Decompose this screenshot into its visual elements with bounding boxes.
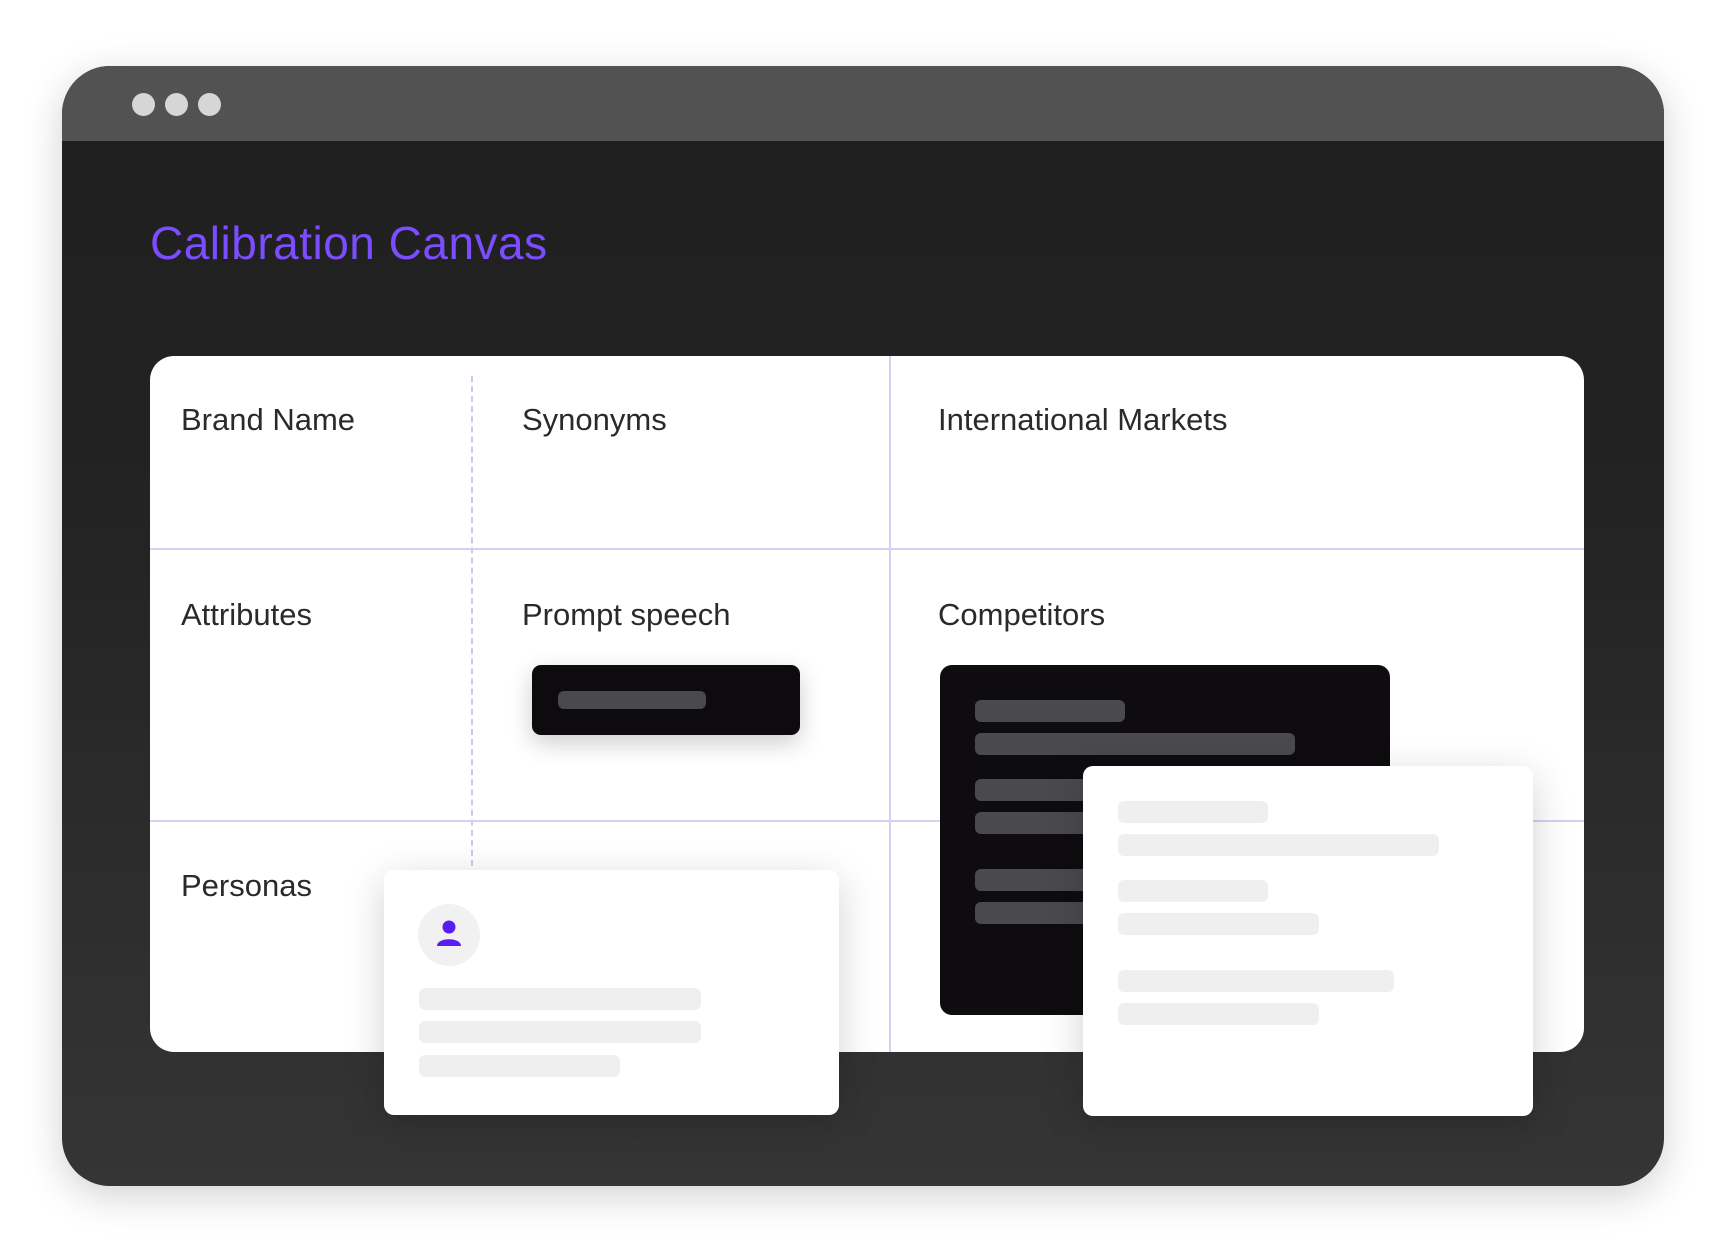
placeholder-bar [419, 988, 701, 1010]
app-window: Calibration Canvas Brand Name Synonyms I… [62, 66, 1664, 1186]
placeholder-bar [419, 1021, 701, 1043]
competitor-card-light[interactable] [1083, 766, 1533, 1116]
grid-divider [150, 548, 1584, 550]
cell-label-competitors[interactable]: Competitors [938, 597, 1105, 633]
placeholder-bar [1118, 1003, 1319, 1025]
cell-label-international-markets[interactable]: International Markets [938, 402, 1227, 438]
cell-label-brand-name[interactable]: Brand Name [181, 402, 355, 438]
placeholder-bar [1118, 801, 1268, 823]
placeholder-bar [1118, 880, 1268, 902]
placeholder-bar [975, 700, 1125, 722]
user-icon [437, 920, 461, 946]
window-control-dot[interactable] [165, 93, 188, 116]
placeholder-bar [558, 691, 706, 709]
persona-avatar [418, 904, 480, 966]
placeholder-bar [1118, 834, 1439, 856]
window-control-dot[interactable] [132, 93, 155, 116]
grid-divider [889, 356, 891, 1052]
prompt-speech-card[interactable] [532, 665, 800, 735]
cell-label-attributes[interactable]: Attributes [181, 597, 312, 633]
placeholder-bar [975, 733, 1295, 755]
cell-label-personas[interactable]: Personas [181, 868, 312, 904]
placeholder-bar [1118, 970, 1394, 992]
persona-card[interactable] [384, 870, 839, 1115]
placeholder-bar [419, 1055, 620, 1077]
window-control-dot[interactable] [198, 93, 221, 116]
window-titlebar [62, 66, 1664, 141]
cell-label-synonyms[interactable]: Synonyms [522, 402, 667, 438]
placeholder-bar [1118, 913, 1319, 935]
cell-label-prompt-speech[interactable]: Prompt speech [522, 597, 731, 633]
page-title: Calibration Canvas [150, 217, 548, 269]
grid-divider [471, 376, 473, 866]
